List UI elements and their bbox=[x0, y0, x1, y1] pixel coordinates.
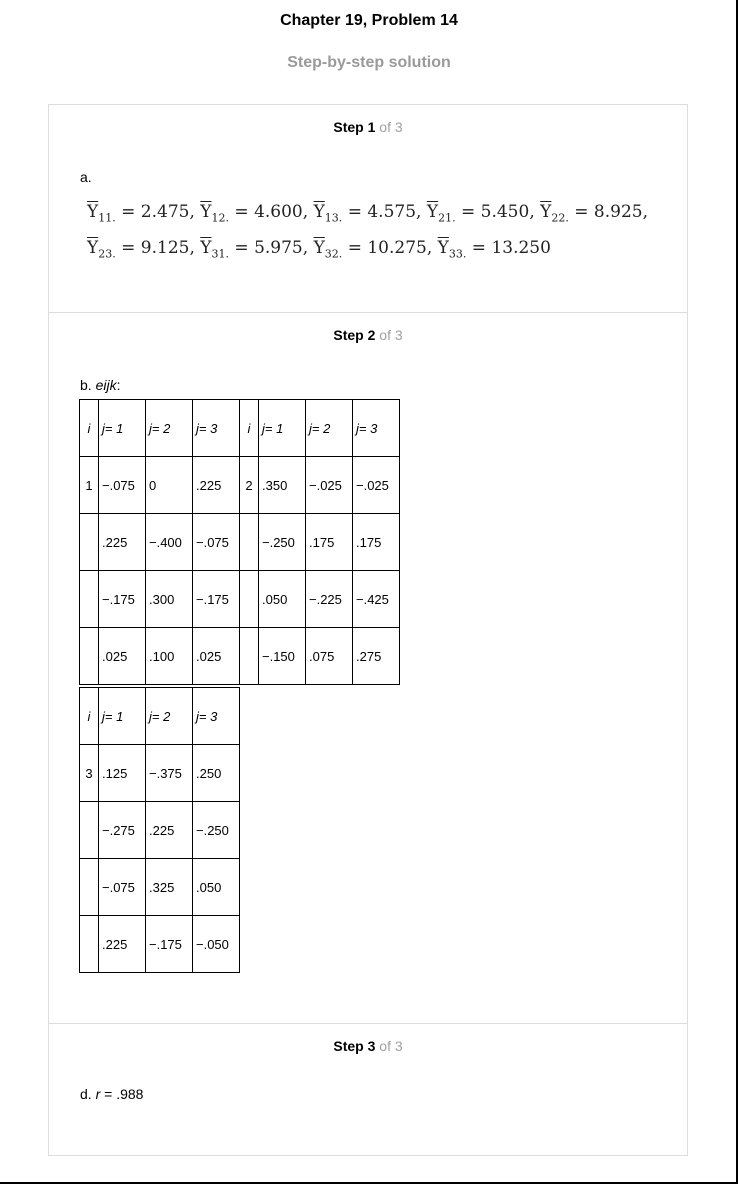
residual-cell: −.275 bbox=[98, 801, 146, 859]
residual-cell: −.425 bbox=[352, 570, 400, 628]
top-table-header-row: i j= 1 j= 2 j= 3 i j= 1 j= 2 j= 3 bbox=[79, 399, 400, 457]
residual-cell: .100 bbox=[145, 627, 193, 685]
part-d-result: d. r = .988 bbox=[80, 1086, 144, 1102]
column-header: j= 1 bbox=[258, 399, 306, 457]
part-a-label: a. bbox=[80, 169, 92, 185]
column-header: j= 3 bbox=[192, 399, 240, 457]
group-index-cell: 3 bbox=[79, 744, 99, 802]
group-index-cell bbox=[79, 915, 99, 973]
residual-cell: .175 bbox=[352, 513, 400, 571]
residual-cell: .225 bbox=[98, 915, 146, 973]
residual-cell: .225 bbox=[145, 801, 193, 859]
residual-cell: .350 bbox=[258, 456, 306, 514]
group-index-cell: 2 bbox=[239, 456, 259, 514]
bottom-table-row: 3.125 −.375.250 bbox=[79, 744, 240, 802]
bottom-table-row: −.075.325.050 bbox=[79, 858, 240, 916]
group-index-cell: 1 bbox=[79, 456, 99, 514]
mean-21: Y21. = 5.450, bbox=[426, 202, 535, 225]
bottom-table-header-row: i j= 1 j= 2 j= 3 bbox=[79, 687, 240, 745]
group-index-cell bbox=[239, 627, 259, 685]
column-header: i bbox=[239, 399, 259, 457]
residual-cell: .025 bbox=[192, 627, 240, 685]
residual-cell: .300 bbox=[145, 570, 193, 628]
residual-cell: −.025 bbox=[305, 456, 353, 514]
top-table-row: .225 −.400 −.075 −.250.175.175 bbox=[79, 513, 400, 571]
group-index-cell bbox=[79, 627, 99, 685]
residual-cell: −.225 bbox=[305, 570, 353, 628]
step-2-header: Step 2 of 3 bbox=[333, 327, 403, 343]
group-index-cell bbox=[239, 513, 259, 571]
column-header: j= 1 bbox=[98, 687, 146, 745]
residual-cell: −.400 bbox=[145, 513, 193, 571]
group-index-cell bbox=[79, 858, 99, 916]
residual-cell: 0 bbox=[145, 456, 193, 514]
step-3-header: Step 3 of 3 bbox=[333, 1038, 403, 1054]
step-2-section: Step 2 of 3 b. eijk: i j= 1 j= 2 j= 3 i j= 1j… bbox=[49, 312, 687, 1023]
solution-card: Step 1 of 3 a. Y11. = 2.475, Y12. = 4.60… bbox=[48, 104, 688, 1156]
group-index-cell bbox=[239, 570, 259, 628]
column-header: j= 1 bbox=[98, 399, 146, 457]
residual-cell: −.175 bbox=[98, 570, 146, 628]
residual-cell: .175 bbox=[305, 513, 353, 571]
residual-cell: .050 bbox=[192, 858, 240, 916]
step-1-section: Step 1 of 3 a. Y11. = 2.475, Y12. = 4.60… bbox=[49, 105, 687, 312]
top-table-row: .025.100.025 −.150.075.275 bbox=[79, 627, 400, 685]
mean-33: Y33. = 13.250 bbox=[437, 238, 551, 261]
residual-cell: .125 bbox=[98, 744, 146, 802]
mean-13: Y13. = 4.575, bbox=[313, 202, 422, 225]
residual-cell: .075 bbox=[305, 627, 353, 685]
residual-cell: −.175 bbox=[145, 915, 193, 973]
page-subtitle: Step-by-step solution bbox=[287, 54, 451, 71]
residual-cell: −.250 bbox=[192, 801, 240, 859]
mean-31: Y31. = 5.975, bbox=[200, 238, 309, 261]
column-header: i bbox=[79, 399, 99, 457]
column-header: j= 2 bbox=[145, 687, 193, 745]
top-table-row: −.175.300 −.175 .050 −.225 −.425 bbox=[79, 570, 400, 628]
bottom-table-row: −.275.225 −.250 bbox=[79, 801, 240, 859]
bottom-table-row: .225 −.175 −.050 bbox=[79, 915, 240, 973]
group-index-cell bbox=[79, 513, 99, 571]
column-header: j= 2 bbox=[305, 399, 353, 457]
mean-32: Y32. = 10.275, bbox=[313, 238, 433, 261]
part-b-label: b. eijk: bbox=[80, 377, 121, 393]
residual-cell: .050 bbox=[258, 570, 306, 628]
residual-cell: .325 bbox=[145, 858, 193, 916]
residual-cell: .225 bbox=[192, 456, 240, 514]
residual-cell: −.075 bbox=[192, 513, 240, 571]
step-3-section: Step 3 of 3 d. r = .988 bbox=[49, 1023, 687, 1156]
equation-line-1: Y11. = 2.475, Y12. = 4.600, Y13. = 4.575… bbox=[87, 197, 648, 233]
residual-cell: −.175 bbox=[192, 570, 240, 628]
residual-cell: −.025 bbox=[352, 456, 400, 514]
column-header: j= 3 bbox=[352, 399, 400, 457]
group-index-cell bbox=[79, 801, 99, 859]
column-header: j= 3 bbox=[192, 687, 240, 745]
column-header: i bbox=[79, 687, 99, 745]
residual-cell: −.050 bbox=[192, 915, 240, 973]
residual-cell: .225 bbox=[98, 513, 146, 571]
equation-line-2: Y23. = 9.125, Y31. = 5.975, Y32. = 10.27… bbox=[87, 233, 648, 269]
column-header: j= 2 bbox=[145, 399, 193, 457]
page-title: Chapter 19, Problem 14 bbox=[280, 12, 458, 29]
top-table-row: 1 −.075 0.225 2.350 −.025 −.025 bbox=[79, 456, 400, 514]
residuals-table-groups-1-2: i j= 1 j= 2 j= 3 i j= 1 j= 2 j= 3 1 −.075 0.225 2.3… bbox=[79, 399, 400, 685]
residual-cell: −.250 bbox=[258, 513, 306, 571]
cell-means-equation: Y11. = 2.475, Y12. = 4.600, Y13. = 4.575… bbox=[87, 197, 648, 270]
mean-23: Y23. = 9.125, bbox=[87, 238, 195, 261]
mean-22: Y22. = 8.925, bbox=[540, 202, 648, 225]
residuals-table-group-3: i j= 1 j= 2 j= 3 3.125 −.375.250 −.275.225 −.25… bbox=[79, 687, 240, 973]
residual-cell: −.375 bbox=[145, 744, 193, 802]
mean-12: Y12. = 4.600, bbox=[200, 202, 309, 225]
group-index-cell bbox=[79, 570, 99, 628]
residual-cell: .275 bbox=[352, 627, 400, 685]
residual-cell: .250 bbox=[192, 744, 240, 802]
mean-11: Y11. = 2.475, bbox=[87, 202, 195, 225]
step-1-header: Step 1 of 3 bbox=[333, 119, 403, 135]
residual-cell: −.075 bbox=[98, 858, 146, 916]
residual-cell: −.075 bbox=[98, 456, 146, 514]
residual-cell: .025 bbox=[98, 627, 146, 685]
residual-cell: −.150 bbox=[258, 627, 306, 685]
